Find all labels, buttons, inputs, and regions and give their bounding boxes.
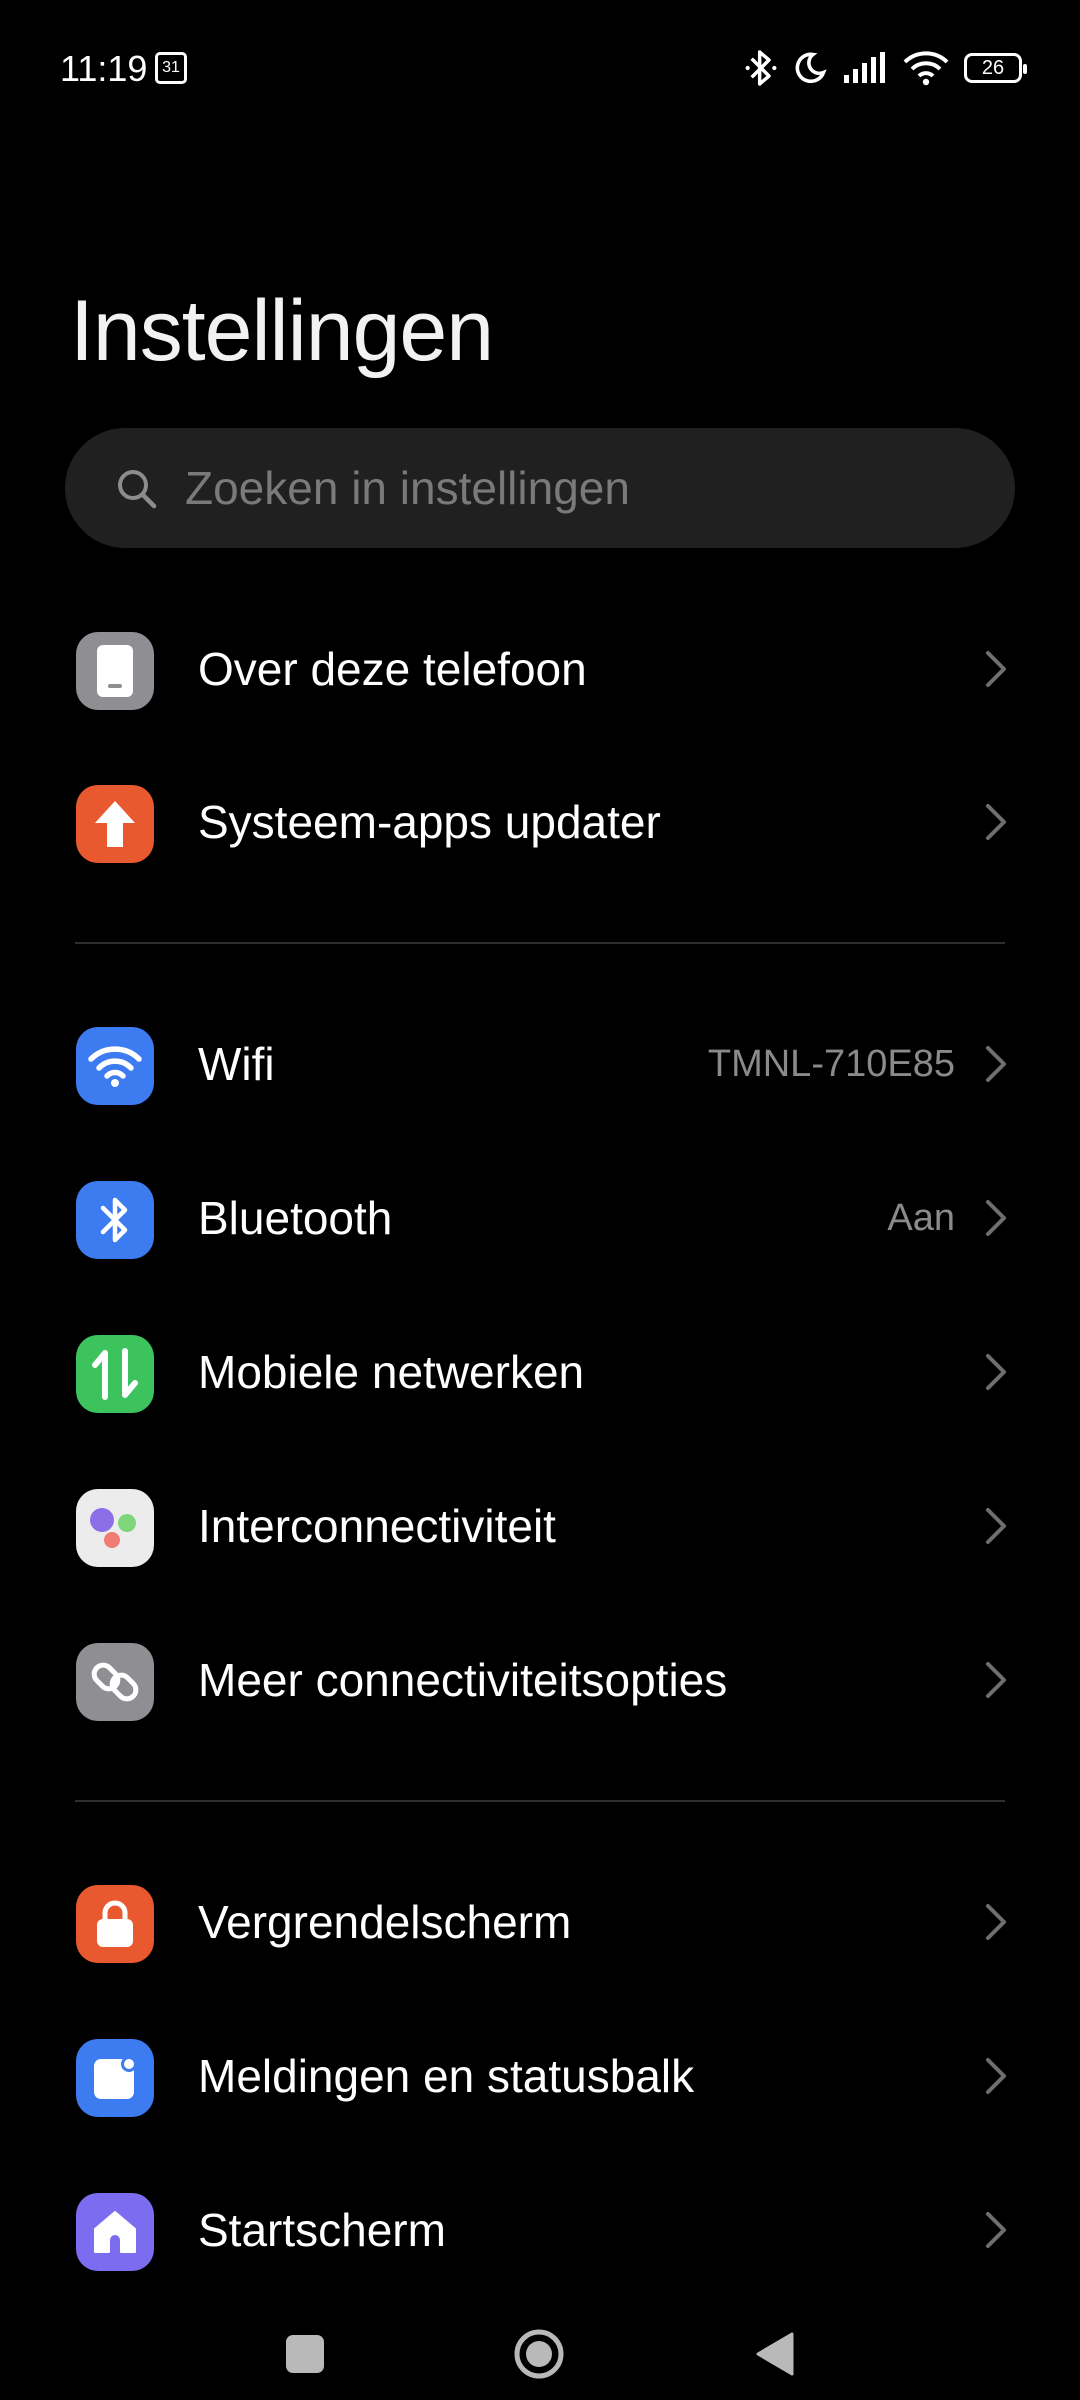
settings-item-more-connectivity[interactable]: Meer connectiviteitsopties: [0, 1605, 1080, 1755]
chevron-right-icon: [986, 1904, 1006, 1940]
item-value: TMNL-710E85: [707, 1043, 955, 1085]
item-label: Over deze telefoon: [198, 643, 587, 695]
chevron-right-icon: [986, 804, 1006, 840]
section-divider: [75, 942, 1005, 944]
wifi-icon: [76, 1027, 154, 1105]
moon-icon: [795, 52, 827, 84]
arrow-up-icon: [76, 785, 154, 863]
status-icons: 26: [744, 46, 1027, 90]
battery-icon: 26: [964, 53, 1027, 83]
search-bar[interactable]: [65, 428, 1015, 548]
settings-item-system-apps-updater[interactable]: Systeem-apps updater: [0, 747, 1080, 897]
search-input[interactable]: [183, 460, 947, 516]
wifi-status-icon: [903, 51, 949, 86]
settings-item-notifications-status-bar[interactable]: Meldingen en statusbalk: [0, 2001, 1080, 2151]
status-time: 11:19: [60, 48, 148, 89]
chevron-right-icon: [986, 1046, 1006, 1082]
page-title: Instellingen: [70, 283, 494, 379]
item-label: Wifi: [198, 1038, 275, 1090]
navigation-bar: [0, 2280, 1080, 2400]
calendar-icon: 31: [155, 52, 187, 84]
settings-item-about-phone[interactable]: Over deze telefoon: [0, 594, 1080, 744]
bluetooth-icon: [76, 1181, 154, 1259]
chevron-right-icon: [986, 1662, 1006, 1698]
signal-icon: [844, 52, 885, 83]
item-label: Mobiele netwerken: [198, 1346, 585, 1398]
item-label: Vergrendelscherm: [198, 1896, 572, 1948]
interconnect-icon: [76, 1489, 154, 1567]
settings-item-bluetooth[interactable]: Bluetooth Aan: [0, 1143, 1080, 1293]
lock-icon: [76, 1885, 154, 1963]
chevron-right-icon: [986, 1508, 1006, 1544]
home-icon: [76, 2193, 154, 2271]
settings-item-wifi[interactable]: Wifi TMNL-710E85: [0, 989, 1080, 1139]
item-label: Systeem-apps updater: [198, 796, 661, 848]
chevron-right-icon: [986, 1354, 1006, 1390]
item-value: Aan: [887, 1197, 955, 1239]
phone-icon: [76, 632, 154, 710]
mobile-data-icon: [76, 1335, 154, 1413]
chevron-right-icon: [986, 2058, 1006, 2094]
status-bar: 11:19 31 26: [0, 0, 1080, 140]
chevron-right-icon: [986, 1200, 1006, 1236]
item-label: Bluetooth: [198, 1192, 393, 1244]
notification-icon: [76, 2039, 154, 2117]
link-icon: [76, 1643, 154, 1721]
item-label: Interconnectiviteit: [198, 1500, 556, 1552]
back-button[interactable]: [752, 2330, 798, 2378]
bluetooth-icon: [745, 50, 777, 86]
settings-item-mobile-networks[interactable]: Mobiele netwerken: [0, 1297, 1080, 1447]
settings-item-lock-screen[interactable]: Vergrendelscherm: [0, 1847, 1080, 1997]
item-label: Meldingen en statusbalk: [198, 2050, 695, 2102]
section-divider: [75, 1800, 1005, 1802]
recent-apps-button[interactable]: [286, 2335, 324, 2373]
settings-item-interconnectivity[interactable]: Interconnectiviteit: [0, 1451, 1080, 1601]
home-button[interactable]: [513, 2328, 565, 2380]
chevron-right-icon: [986, 2212, 1006, 2248]
search-icon: [113, 465, 159, 511]
item-label: Meer connectiviteitsopties: [198, 1654, 728, 1706]
chevron-right-icon: [986, 651, 1006, 687]
